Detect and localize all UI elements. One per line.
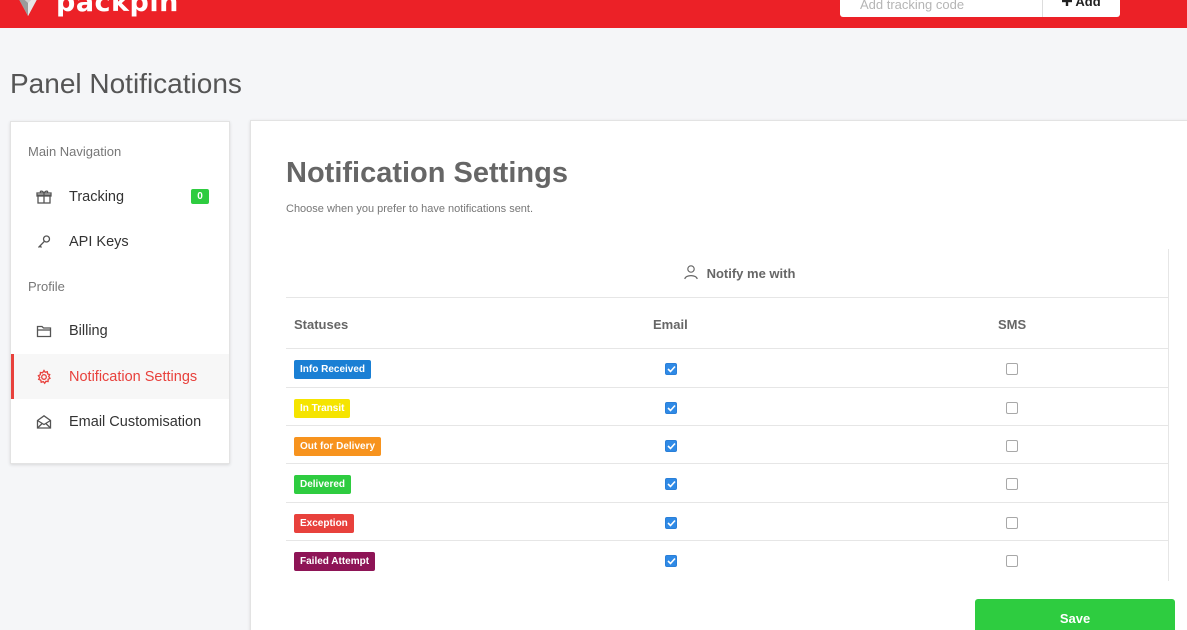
sms-checkbox[interactable] [1006, 363, 1018, 375]
email-checkbox[interactable] [665, 517, 677, 529]
folder-icon [35, 322, 53, 340]
status-badge: In Transit [294, 399, 351, 418]
sidebar-item-email-customisation[interactable]: Email Customisation [11, 399, 229, 444]
status-badge: Info Received [294, 360, 372, 379]
sidebar-item-label: Billing [69, 322, 108, 339]
sidebar-item-notification-settings[interactable]: Notification Settings [11, 354, 229, 399]
table-row: In Transit [286, 387, 1168, 426]
sidebar-item-tracking[interactable]: Tracking 0 [11, 174, 229, 219]
user-icon [683, 264, 699, 283]
sidebar-item-billing[interactable]: Billing [11, 308, 229, 353]
status-badge: Exception [294, 514, 354, 533]
email-column-header: Email [653, 317, 688, 332]
statuses-column-header: Statuses [294, 317, 349, 332]
email-checkbox[interactable] [665, 555, 677, 567]
sidebar-item-api-keys[interactable]: API Keys [11, 219, 229, 264]
sms-checkbox[interactable] [1006, 517, 1018, 529]
section-title: Notification Settings [286, 157, 568, 189]
section-subtitle: Choose when you prefer to have notificat… [286, 203, 534, 215]
sidebar-item-label: Tracking [69, 188, 125, 205]
table-row: Out for Delivery [286, 425, 1168, 464]
sms-column-header: SMS [998, 317, 1027, 332]
save-button[interactable]: Save [975, 599, 1175, 630]
notify-header: Notify me with [286, 249, 1168, 298]
envelope-icon [35, 413, 53, 431]
sidebar-item-label: Notification Settings [69, 368, 198, 385]
gear-icon [35, 368, 53, 386]
status-badge: Failed Attempt [294, 552, 376, 571]
notification-settings-panel: Notification Settings Choose when you pr… [250, 120, 1187, 630]
email-checkbox[interactable] [665, 402, 677, 414]
brand-name: packpin [56, 0, 179, 18]
gift-icon [35, 188, 53, 206]
sms-checkbox[interactable] [1006, 402, 1018, 414]
sidebar-section-main: Main Navigation [28, 144, 122, 159]
sidebar-item-label: API Keys [69, 233, 129, 250]
sidebar: Main Navigation Tracking 0 API Keys Prof… [10, 121, 230, 464]
table-row: Delivered [286, 463, 1168, 502]
status-badge: Delivered [294, 475, 352, 494]
table-row: Info Received [286, 348, 1168, 387]
plus-icon [1062, 0, 1073, 9]
email-checkbox[interactable] [665, 478, 677, 490]
sms-checkbox[interactable] [1006, 440, 1018, 452]
column-divider [1168, 249, 1169, 581]
notify-header-label: Notify me with [706, 265, 796, 281]
add-tracking-button[interactable]: Add [1042, 0, 1120, 17]
packpin-logo-icon [12, 0, 44, 18]
sidebar-item-label: Email Customisation [69, 413, 202, 430]
status-badge: Out for Delivery [294, 437, 382, 456]
email-checkbox[interactable] [665, 440, 677, 452]
tracking-count-badge: 0 [191, 189, 209, 204]
key-icon [35, 233, 53, 251]
email-checkbox[interactable] [665, 363, 677, 375]
tracking-code-input[interactable] [840, 0, 1042, 17]
table-row: Exception [286, 502, 1168, 541]
sms-checkbox[interactable] [1006, 478, 1018, 490]
add-button-label: Add [1075, 0, 1101, 9]
sidebar-section-profile: Profile [28, 279, 65, 294]
table-row: Failed Attempt [286, 540, 1168, 579]
page-title: Panel Notifications [10, 68, 242, 99]
sms-checkbox[interactable] [1006, 555, 1018, 567]
logo[interactable]: packpin [12, 0, 179, 18]
top-bar: packpin Add [0, 0, 1187, 28]
